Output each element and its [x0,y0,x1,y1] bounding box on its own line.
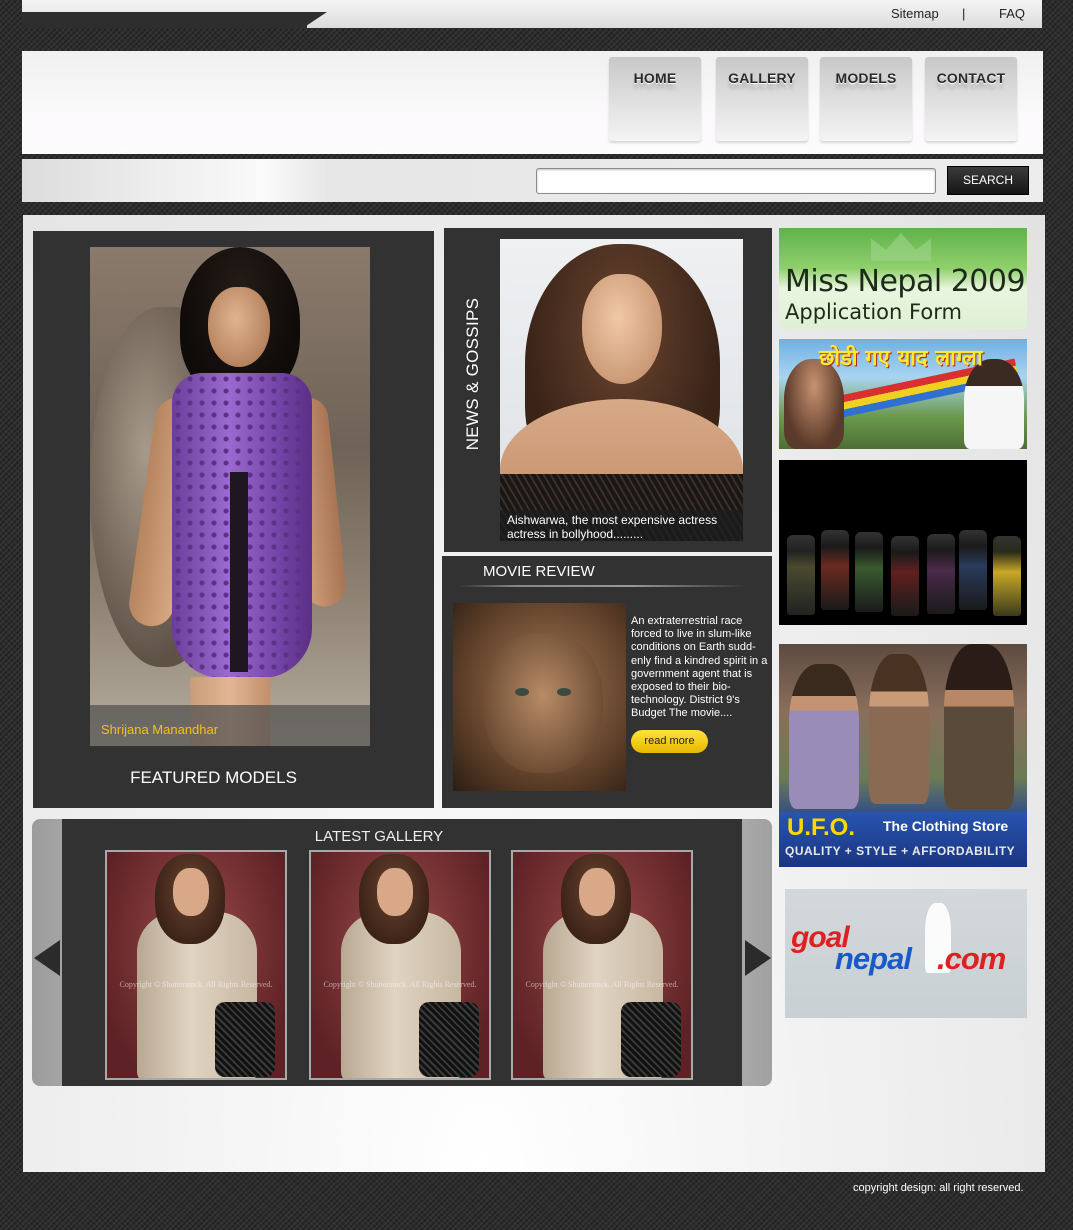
thumbnail-face [173,868,209,916]
banner-actress [964,359,1024,449]
movie-banner-ad[interactable]: छोडी गए याद लाग्ला [779,339,1027,449]
nav-tab-label: CONTACT [936,70,1006,86]
featured-models-heading: FEATURED MODELS [130,768,297,787]
crown-icon [871,233,931,261]
ad-person [789,664,859,809]
nav-tab-gallery[interactable]: GALLERY [716,57,808,141]
gallery-next-arrow-icon[interactable] [745,940,771,976]
movie-review-text: An extraterrestrial race forced to live … [631,615,768,720]
product-can [855,532,883,612]
featured-model-photo[interactable] [90,247,370,746]
product-can [891,536,919,616]
deodorant-product-ad[interactable] [779,460,1027,625]
thumbnail-watermark: Copyright © Shutterstock. All Rights Res… [323,980,477,989]
nav-tab-contact[interactable]: CONTACT [925,57,1017,141]
ufo-tagline: QUALITY + STYLE + AFFORDABILITY [785,844,1016,858]
gallery-thumbnail[interactable]: Copyright © Shutterstock. All Rights Res… [105,850,287,1080]
product-can [927,534,955,614]
product-can [993,536,1021,616]
goalnepal-logo-nepal: nepal [835,941,912,976]
movie-review-heading: MOVIE REVIEW [483,563,595,580]
faq-link[interactable]: FAQ [999,6,1025,21]
ufo-brand: U.F.O. [787,814,856,841]
thumbnail-watermark: Copyright © Shutterstock. All Rights Res… [119,980,273,989]
movie-actor-eye [557,688,571,696]
product-can [959,530,987,610]
ufo-clothing-ad[interactable]: U.F.O. The Clothing Store QUALITY + STYL… [779,644,1027,867]
news-caption[interactable]: Aishwarwa, the most expensive actress ac… [507,513,737,541]
news-photo[interactable] [500,239,743,541]
product-can [787,535,815,615]
product-can [821,530,849,610]
copyright-notice: copyright design: all right reserved. [853,1182,1024,1194]
nav-tab-label: HOME [633,70,677,86]
ad-person [944,644,1014,809]
banner-actor [784,359,844,449]
actress-face [582,274,662,384]
nav-tab-label: GALLERY [728,70,796,86]
miss-nepal-ad-title: Miss Nepal 2009 [785,264,1026,299]
news-gossips-heading: NEWS & GOSSIPS [463,297,482,451]
search-input[interactable] [536,168,936,194]
goalnepal-ad[interactable]: goal nepal .com [785,889,1027,1018]
thumbnail-face [579,868,615,916]
thumbnail-bag [621,1002,681,1077]
nav-tab-label: MODELS [835,70,897,86]
featured-model-name[interactable]: Shrijana Manandhar [101,722,218,737]
miss-nepal-ad[interactable]: Miss Nepal 2009 Application Form [779,228,1027,329]
movie-review-divider [458,585,748,587]
nav-tab-home[interactable]: HOME [609,57,701,141]
latest-gallery-heading: LATEST GALLERY [314,828,444,845]
movie-actor-eye [515,688,529,696]
ad-person [869,654,929,804]
goalnepal-logo-com: .com [937,941,1006,976]
thumbnail-bag [419,1002,479,1077]
thumbnail-watermark: Copyright © Shutterstock. All Rights Res… [525,980,679,989]
thumbnail-face [377,868,413,916]
top-bar-diagonal [303,12,327,28]
movie-banner-title: छोडी गए याद लाग्ला [819,346,983,371]
model-sash [230,472,248,672]
thumbnail-bag [215,1002,275,1077]
model-face [208,287,270,367]
ufo-store-label: The Clothing Store [883,818,1009,834]
miss-nepal-ad-subtitle: Application Form [785,300,962,324]
read-more-button[interactable]: read more [631,730,708,753]
search-button[interactable]: SEARCH [947,166,1029,195]
top-bar-dark-segment [22,12,307,28]
movie-actor-face [483,633,603,773]
nav-tab-models[interactable]: MODELS [820,57,912,141]
gallery-thumbnail[interactable]: Copyright © Shutterstock. All Rights Res… [511,850,693,1080]
gallery-prev-arrow-icon[interactable] [34,940,60,976]
top-link-separator: | [962,6,966,21]
sitemap-link[interactable]: Sitemap [891,6,939,21]
movie-review-photo[interactable] [453,603,626,791]
gallery-thumbnail[interactable]: Copyright © Shutterstock. All Rights Res… [309,850,491,1080]
